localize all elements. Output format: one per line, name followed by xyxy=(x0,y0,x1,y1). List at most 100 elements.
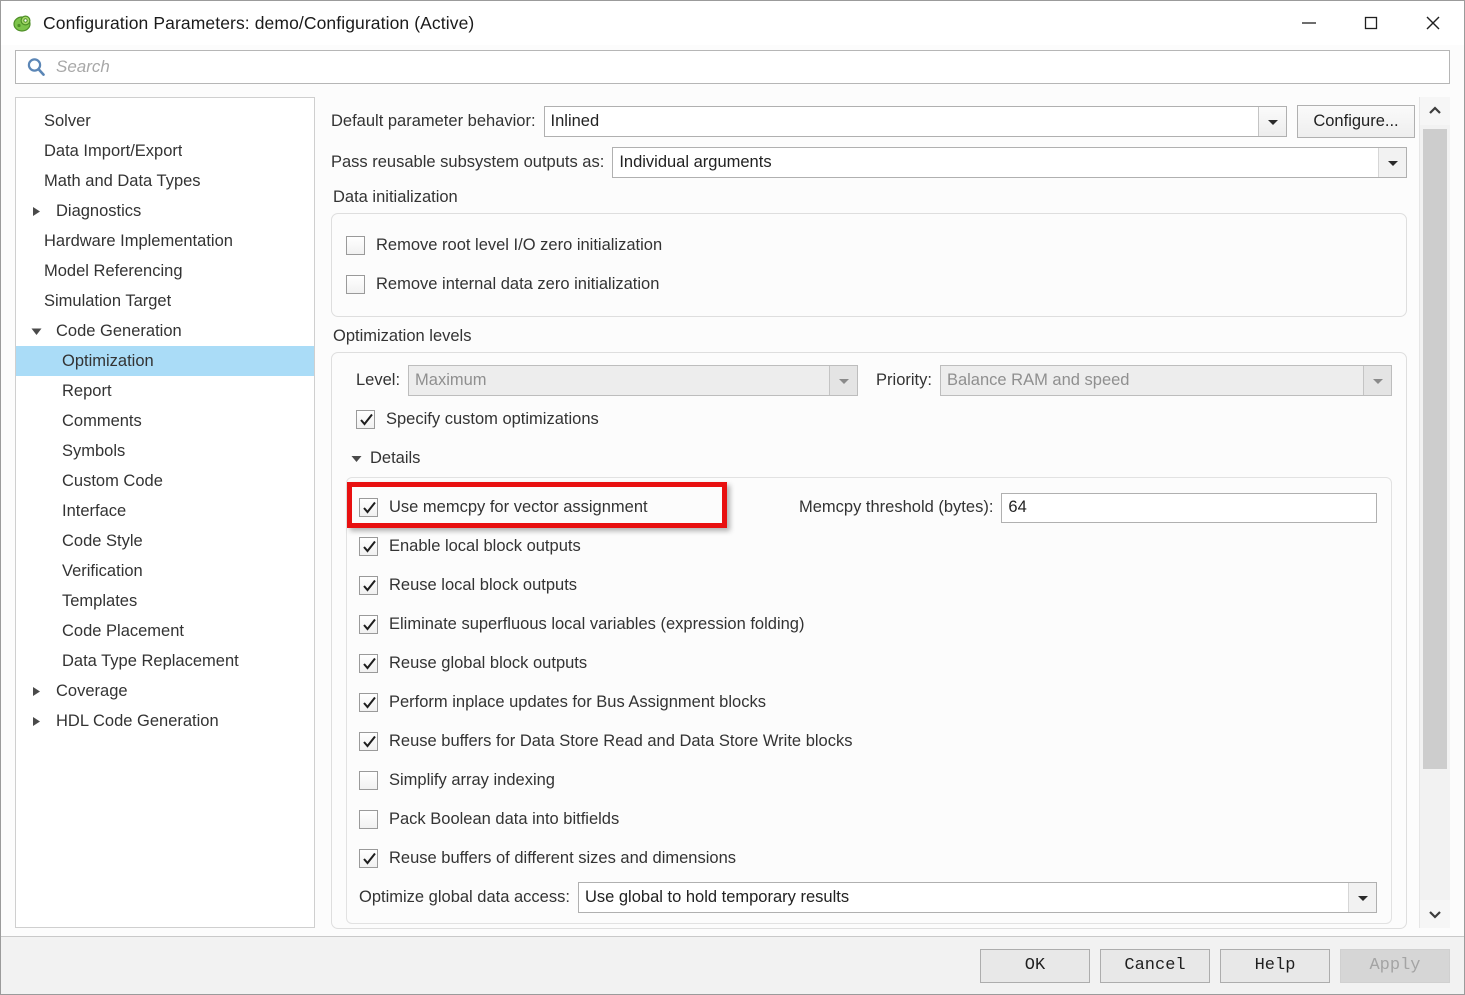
sidebar-item-model-referencing[interactable]: Model Referencing xyxy=(16,256,314,286)
sidebar-item-label: Diagnostics xyxy=(56,201,142,220)
sidebar-item-diagnostics[interactable]: Diagnostics xyxy=(16,196,314,226)
data-initialization-option-checkbox[interactable] xyxy=(346,275,365,294)
sidebar-item-templates[interactable]: Templates xyxy=(16,586,314,616)
optimization-detail-option-label: Eliminate superfluous local variables (e… xyxy=(389,615,805,633)
optimization-detail-option-label: Pack Boolean data into bitfields xyxy=(389,810,620,828)
config-parameters-dialog: Configuration Parameters: demo/Configura… xyxy=(0,0,1465,995)
sidebar-item-math-and-data-types[interactable]: Math and Data Types xyxy=(16,166,314,196)
triangle-down-icon[interactable] xyxy=(28,326,44,337)
optimization-detail-option-row[interactable]: Enable local block outputs xyxy=(359,527,1377,566)
sidebar-item-code-generation[interactable]: Code Generation xyxy=(16,316,314,346)
minimize-button[interactable] xyxy=(1278,1,1340,45)
sidebar-item-label: Optimization xyxy=(62,351,154,370)
specify-custom-optimizations-row[interactable]: Specify custom optimizations xyxy=(356,400,1392,439)
maximize-button[interactable] xyxy=(1340,1,1402,45)
optimization-detail-option-checkbox[interactable] xyxy=(359,576,378,595)
optimization-detail-option-checkbox[interactable] xyxy=(359,654,378,673)
sidebar-item-hardware-implementation[interactable]: Hardware Implementation xyxy=(16,226,314,256)
sidebar-item-verification[interactable]: Verification xyxy=(16,556,314,586)
optimization-detail-option-checkbox[interactable] xyxy=(359,615,378,634)
window-controls xyxy=(1278,1,1464,45)
scroll-up-button[interactable] xyxy=(1420,97,1450,125)
window-title: Configuration Parameters: demo/Configura… xyxy=(43,12,475,33)
optimization-detail-option-checkbox[interactable] xyxy=(359,849,378,868)
sidebar-item-data-import-export[interactable]: Data Import/Export xyxy=(16,136,314,166)
cancel-button[interactable]: Cancel xyxy=(1100,948,1210,983)
data-initialization-option-row[interactable]: Remove root level I/O zero initializatio… xyxy=(346,226,1392,265)
sidebar-item-coverage[interactable]: Coverage xyxy=(16,676,314,706)
memcpy-threshold-input[interactable]: 64 xyxy=(1001,492,1377,523)
sidebar-item-hdl-code-generation[interactable]: HDL Code Generation xyxy=(16,706,314,736)
optimization-detail-option-checkbox[interactable] xyxy=(359,810,378,829)
optimization-detail-option-row[interactable]: Pack Boolean data into bitfields xyxy=(359,800,1377,839)
sidebar-item-optimization[interactable]: Optimization xyxy=(16,346,314,376)
search-input[interactable] xyxy=(56,52,1449,82)
sidebar-item-solver[interactable]: Solver xyxy=(16,106,314,136)
optimization-levels-group: Level: Maximum Priority: Balance RAM and… xyxy=(331,352,1407,929)
optimization-detail-option-row[interactable]: Simplify array indexing xyxy=(359,761,1377,800)
help-button[interactable]: Help xyxy=(1220,948,1330,983)
chevron-down-icon[interactable] xyxy=(1348,883,1376,912)
optimization-detail-option-checkbox[interactable] xyxy=(359,732,378,751)
optimization-detail-option-checkbox[interactable] xyxy=(359,771,378,790)
chevron-down-icon[interactable] xyxy=(1378,148,1406,177)
sidebar-item-label: Data Type Replacement xyxy=(62,651,239,670)
details-group: Use memcpy for vector assignment Memcpy … xyxy=(346,477,1392,924)
scrollbar-thumb[interactable] xyxy=(1423,129,1447,769)
specify-custom-optimizations-checkbox[interactable] xyxy=(356,410,375,429)
triangle-right-icon[interactable] xyxy=(28,205,44,218)
pass-reusable-subsystem-outputs-combobox[interactable]: Individual arguments xyxy=(612,147,1407,178)
sidebar-item-code-style[interactable]: Code Style xyxy=(16,526,314,556)
optimization-detail-option-row[interactable]: Reuse buffers for Data Store Read and Da… xyxy=(359,722,1377,761)
use-memcpy-checkbox[interactable] xyxy=(359,498,378,517)
optimize-global-data-access-combobox[interactable]: Use global to hold temporary results xyxy=(577,882,1377,913)
sidebar-item-interface[interactable]: Interface xyxy=(16,496,314,526)
level-combobox[interactable]: Maximum xyxy=(408,365,859,396)
sidebar-item-label: Comments xyxy=(62,411,142,430)
use-memcpy-label: Use memcpy for vector assignment xyxy=(389,498,648,516)
sidebar-item-label: HDL Code Generation xyxy=(56,711,219,730)
settings-tree[interactable]: Solver Data Import/Export Math and Data Ty… xyxy=(15,97,315,928)
details-disclosure[interactable]: Details xyxy=(348,443,1392,473)
pass-reusable-subsystem-outputs-label: Pass reusable subsystem outputs as: xyxy=(331,153,605,171)
ok-button[interactable]: OK xyxy=(980,948,1090,983)
title-bar: Configuration Parameters: demo/Configura… xyxy=(1,1,1464,45)
scrollbar-track[interactable] xyxy=(1420,125,1450,900)
pass-reusable-subsystem-outputs-row: Pass reusable subsystem outputs as: Indi… xyxy=(331,147,1415,178)
sidebar-item-code-placement[interactable]: Code Placement xyxy=(16,616,314,646)
simulink-logo-icon xyxy=(12,12,34,34)
optimization-detail-option-label: Reuse local block outputs xyxy=(389,576,578,594)
optimization-detail-option-row[interactable]: Eliminate superfluous local variables (e… xyxy=(359,605,1377,644)
level-priority-row: Level: Maximum Priority: Balance RAM and… xyxy=(346,365,1392,396)
sidebar-item-symbols[interactable]: Symbols xyxy=(16,436,314,466)
optimization-detail-option-label: Reuse buffers of different sizes and dim… xyxy=(389,849,737,867)
search-box[interactable] xyxy=(15,50,1450,84)
optimization-detail-option-checkbox[interactable] xyxy=(359,693,378,712)
sidebar-item-label: Math and Data Types xyxy=(44,171,201,190)
triangle-right-icon[interactable] xyxy=(28,685,44,698)
sidebar-item-custom-code[interactable]: Custom Code xyxy=(16,466,314,496)
priority-combobox[interactable]: Balance RAM and speed xyxy=(939,365,1392,396)
default-parameter-behavior-combobox[interactable]: Inlined xyxy=(543,106,1287,137)
data-initialization-option-row[interactable]: Remove internal data zero initialization xyxy=(346,265,1392,304)
sidebar-item-label: Solver xyxy=(44,111,91,130)
sidebar-item-simulation-target[interactable]: Simulation Target xyxy=(16,286,314,316)
sidebar-item-comments[interactable]: Comments xyxy=(16,406,314,436)
optimization-detail-option-row[interactable]: Perform inplace updates for Bus Assignme… xyxy=(359,683,1377,722)
scroll-down-button[interactable] xyxy=(1420,900,1450,928)
vertical-scrollbar[interactable] xyxy=(1419,97,1450,928)
optimization-detail-option-row[interactable]: Reuse local block outputs xyxy=(359,566,1377,605)
optimization-detail-option-row[interactable]: Reuse buffers of different sizes and dim… xyxy=(359,839,1377,878)
chevron-down-icon[interactable] xyxy=(1258,107,1286,136)
sidebar-item-label: Coverage xyxy=(56,681,128,700)
configure-button[interactable]: Configure... xyxy=(1297,105,1415,138)
triangle-right-icon[interactable] xyxy=(28,715,44,728)
optimization-detail-option-label: Reuse buffers for Data Store Read and Da… xyxy=(389,732,853,750)
close-button[interactable] xyxy=(1402,1,1464,45)
sidebar-item-data-type-replacement[interactable]: Data Type Replacement xyxy=(16,646,314,676)
optimization-detail-option-row[interactable]: Reuse global block outputs xyxy=(359,644,1377,683)
optimization-detail-option-checkbox[interactable] xyxy=(359,537,378,556)
sidebar-item-report[interactable]: Report xyxy=(16,376,314,406)
use-memcpy-row[interactable]: Use memcpy for vector assignment xyxy=(359,488,759,527)
data-initialization-option-checkbox[interactable] xyxy=(346,236,365,255)
